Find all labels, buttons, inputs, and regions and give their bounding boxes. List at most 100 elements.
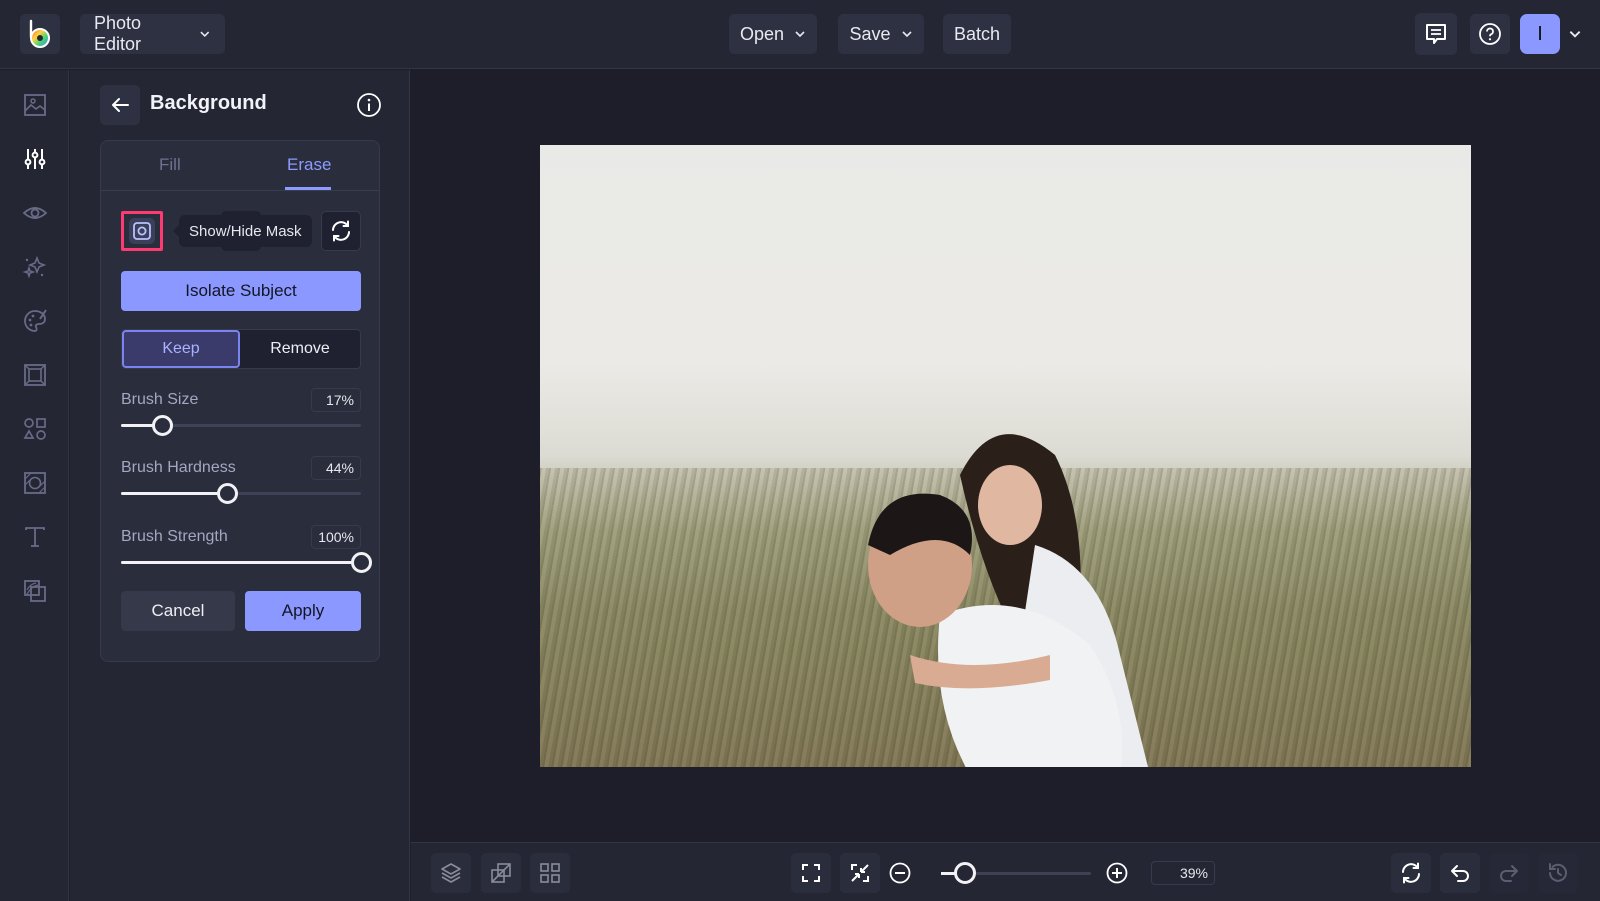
shrink-icon [851, 864, 869, 882]
refresh-icon [1402, 862, 1420, 884]
chevron-down-icon [200, 31, 210, 38]
app-menu-dropdown[interactable]: Photo Editor [80, 13, 225, 54]
grid-icon [540, 863, 560, 883]
history-icon [1549, 863, 1567, 882]
brush-size-thumb[interactable] [151, 415, 173, 436]
rail-item-artsy[interactable] [22, 308, 48, 334]
rail-item-graphics[interactable] [22, 416, 48, 442]
avatar[interactable]: I [1520, 14, 1560, 54]
help-icon [1479, 23, 1501, 45]
info-icon [357, 93, 381, 117]
fit-screen-button[interactable] [791, 853, 831, 893]
messages-button[interactable] [1415, 13, 1457, 55]
brush-strength-value[interactable]: 100% [311, 525, 361, 549]
brush-strength-label: Brush Strength [121, 528, 228, 545]
top-bar: Photo Editor Open Save Batch I [0, 0, 1600, 69]
zoom-thumb[interactable] [954, 862, 977, 884]
chevron-down-icon [901, 31, 912, 38]
zoom-in-icon [1106, 862, 1128, 884]
open-label: Open [739, 23, 785, 44]
zoom-slider[interactable] [941, 862, 1091, 884]
mask-tooltip: Show/Hide Mask [173, 215, 312, 247]
brush-hardness-thumb[interactable] [216, 483, 238, 504]
compare-button[interactable] [481, 853, 521, 893]
expand-icon [802, 864, 820, 882]
active-tab-indicator [285, 187, 331, 190]
isolate-subject-button[interactable]: Isolate Subject [121, 271, 361, 311]
zoom-out-button[interactable] [889, 862, 911, 884]
image-icon [24, 94, 46, 116]
layers-icon [441, 863, 461, 883]
keep-remove-toggle: Keep Remove [121, 329, 361, 369]
reset-button[interactable] [321, 211, 361, 251]
back-button[interactable] [100, 85, 140, 125]
reset-canvas-button[interactable] [1391, 853, 1431, 893]
help-button[interactable] [1470, 14, 1510, 54]
erase-card: Fill Erase Show/Hide Mask Isolate Subjec… [100, 140, 380, 662]
keep-option[interactable]: Keep [122, 330, 240, 368]
zoom-value[interactable]: 39% [1151, 861, 1215, 885]
photo-subjects [868, 434, 1148, 767]
history-button[interactable] [1538, 853, 1578, 893]
info-button[interactable] [356, 92, 382, 118]
mask-icon [133, 222, 151, 240]
chevron-down-icon [795, 31, 805, 38]
rail-item-frames[interactable] [22, 362, 48, 388]
grid-button[interactable] [530, 853, 570, 893]
sparkles-icon [22, 255, 47, 279]
shapes-icon [23, 418, 46, 440]
tab-erase[interactable]: Erase [287, 155, 331, 175]
brush-hardness-slider[interactable] [121, 483, 361, 504]
save-dropdown[interactable]: Save [838, 14, 924, 54]
bottom-toolbar: 39% [411, 842, 1600, 901]
tool-rail [0, 70, 69, 901]
refresh-icon [332, 220, 350, 242]
batch-button[interactable]: Batch [943, 14, 1011, 54]
texture-icon [24, 472, 46, 494]
canvas-area [411, 70, 1600, 842]
apply-button[interactable]: Apply [245, 591, 361, 631]
app-menu-label: Photo Editor [94, 13, 142, 54]
zoom-in-button[interactable] [1106, 862, 1128, 884]
rail-item-layers[interactable] [22, 578, 48, 604]
layers-button[interactable] [431, 853, 471, 893]
brush-strength-fill [121, 561, 361, 564]
tab-fill[interactable]: Fill [159, 155, 181, 175]
overlay-layers-icon [24, 580, 46, 602]
batch-label: Batch [953, 23, 1001, 44]
redo-button[interactable] [1489, 853, 1529, 893]
brush-strength-slider[interactable] [121, 552, 372, 573]
brush-size-label: Brush Size [121, 391, 199, 408]
rail-item-overlays[interactable] [22, 470, 48, 496]
brush-hardness-label: Brush Hardness [121, 459, 236, 476]
photo-canvas[interactable] [540, 145, 1471, 767]
brush-size-value[interactable]: 17% [311, 388, 361, 412]
logo-icon [29, 19, 50, 48]
rail-item-effects[interactable] [22, 254, 48, 280]
app-logo[interactable] [20, 14, 60, 54]
eye-icon [22, 207, 48, 219]
undo-button[interactable] [1440, 853, 1480, 893]
brush-size-control: Brush Size 17% [121, 388, 361, 451]
account-chevron-icon[interactable] [1568, 27, 1582, 41]
brush-strength-control: Brush Strength 100% [121, 525, 372, 588]
show-hide-mask-button[interactable] [121, 211, 163, 251]
remove-option[interactable]: Remove [240, 330, 360, 368]
frame-icon [24, 364, 46, 386]
open-dropdown[interactable]: Open [729, 14, 817, 54]
rail-item-view[interactable] [22, 200, 48, 226]
message-icon [1426, 24, 1446, 44]
brush-hardness-value[interactable]: 44% [311, 456, 361, 480]
sliders-icon [24, 149, 46, 169]
rail-item-text[interactable] [22, 524, 48, 550]
brush-hardness-fill [121, 492, 227, 495]
text-icon [25, 527, 45, 547]
rail-item-image[interactable] [22, 92, 48, 118]
rail-item-adjust[interactable] [22, 146, 48, 172]
redo-icon [1500, 865, 1518, 882]
brush-strength-thumb[interactable] [351, 552, 372, 573]
cancel-button[interactable]: Cancel [121, 591, 235, 631]
actual-size-button[interactable] [840, 853, 880, 893]
brush-size-slider[interactable] [121, 415, 361, 436]
save-label: Save [849, 23, 891, 44]
